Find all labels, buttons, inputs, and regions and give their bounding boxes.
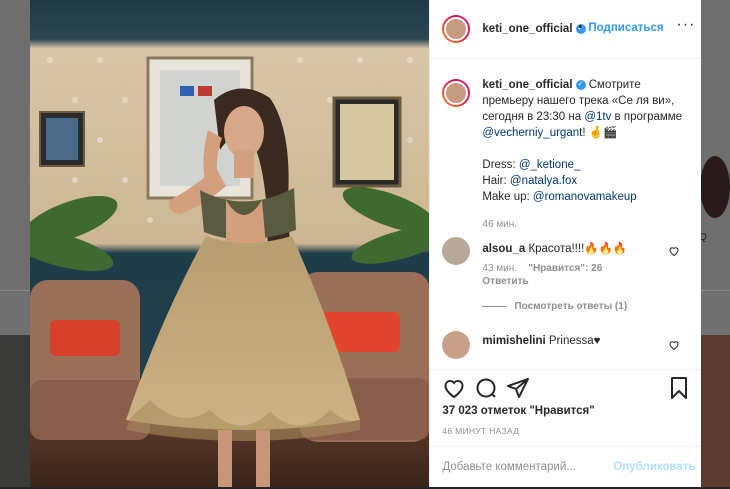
- comment-username[interactable]: mimishelini: [482, 335, 545, 347]
- backdrop-post-tile-right[interactable]: [700, 335, 730, 487]
- author-avatar[interactable]: [442, 15, 471, 43]
- makeup-label: Make up:: [482, 191, 533, 203]
- comment-time[interactable]: 43 мин.: [482, 263, 517, 274]
- comment-body: mimishelini Prinessa♥: [482, 335, 600, 347]
- caption-text-part-3: ! 🤞🎬: [582, 127, 618, 139]
- caption-avatar[interactable]: [442, 79, 471, 107]
- hair-label: Hair:: [482, 175, 510, 187]
- dress-label: Dress:: [482, 159, 519, 171]
- comment-input[interactable]: [442, 461, 623, 473]
- comment-likes[interactable]: "Нравится": 26: [528, 263, 602, 274]
- author-avatar-image: [444, 17, 469, 41]
- reply-button[interactable]: Ответить: [482, 276, 528, 287]
- follow-button[interactable]: Подписаться: [588, 22, 663, 34]
- publish-button[interactable]: Опубликовать: [613, 461, 695, 473]
- mention-dress[interactable]: @_ketione_: [519, 159, 581, 171]
- post-photo[interactable]: [30, 0, 430, 487]
- caption-text: keti_one_official ✓ Смотрите премьеру наш…: [482, 77, 692, 205]
- comment-like-heart-icon[interactable]: [668, 245, 680, 257]
- like-heart-icon[interactable]: [442, 376, 466, 400]
- add-comment-bar: Опубликовать: [430, 446, 702, 489]
- caption-text-part-2: в программе: [611, 111, 683, 123]
- post-modal: keti_one_official ✓ • Подписаться ··· ket…: [30, 0, 702, 489]
- view-replies-text[interactable]: Посмотреть ответы (1): [514, 301, 627, 312]
- mention-urgant[interactable]: @vecherniy_urgant: [482, 127, 582, 139]
- comment-text: Красота!!!!🔥🔥🔥: [528, 243, 628, 255]
- save-bookmark-icon[interactable]: [667, 376, 691, 400]
- mention-hair[interactable]: @natalya.fox: [510, 175, 577, 187]
- caption-username[interactable]: keti_one_official: [482, 79, 572, 91]
- comment-username[interactable]: alsou_a: [482, 243, 525, 255]
- post-time-ago[interactable]: 46 МИНУТ НАЗАД: [442, 426, 519, 436]
- caption-timestamp[interactable]: 46 мин.: [482, 219, 517, 230]
- comment-text: Prinessa♥: [548, 335, 601, 347]
- post-actions: 37 023 отметок "Нравится" 46 МИНУТ НАЗАД…: [430, 369, 702, 489]
- post-photo-illustration: [30, 0, 430, 487]
- more-options-icon[interactable]: ···: [676, 16, 695, 34]
- author-username[interactable]: keti_one_official ✓: [482, 23, 586, 35]
- mention-1tv[interactable]: @1tv: [584, 111, 611, 123]
- likes-count[interactable]: 37 023 отметок "Нравится": [442, 405, 594, 417]
- post-sidebar: keti_one_official ✓ • Подписаться ··· ket…: [429, 0, 702, 489]
- caption-avatar-image: [444, 81, 469, 105]
- post-header: keti_one_official ✓ • Подписаться ···: [430, 0, 702, 59]
- comment-avatar[interactable]: [442, 331, 471, 359]
- view-replies-button[interactable]: Посмотреть ответы (1): [482, 301, 627, 312]
- mention-makeup[interactable]: @romanovamakeup: [533, 191, 637, 203]
- share-paper-plane-icon[interactable]: [506, 376, 530, 400]
- backdrop-post-tile-left[interactable]: [0, 335, 30, 487]
- backdrop-story-avatar[interactable]: [700, 156, 730, 218]
- comment-bubble-icon[interactable]: [474, 376, 498, 400]
- caption-verified-badge-icon: ✓: [575, 79, 586, 90]
- comment-meta: 43 мин. "Нравится": 26: [482, 263, 602, 274]
- comment-avatar[interactable]: [442, 237, 471, 265]
- author-username-text[interactable]: keti_one_official: [482, 23, 572, 35]
- comments-list[interactable]: keti_one_official ✓ Смотрите премьеру наш…: [430, 59, 701, 369]
- comment-like-heart-icon[interactable]: [668, 339, 680, 351]
- view-replies-line: [482, 305, 507, 307]
- header-separator: •: [578, 21, 583, 33]
- comment-body: alsou_a Красота!!!!🔥🔥🔥: [482, 241, 627, 255]
